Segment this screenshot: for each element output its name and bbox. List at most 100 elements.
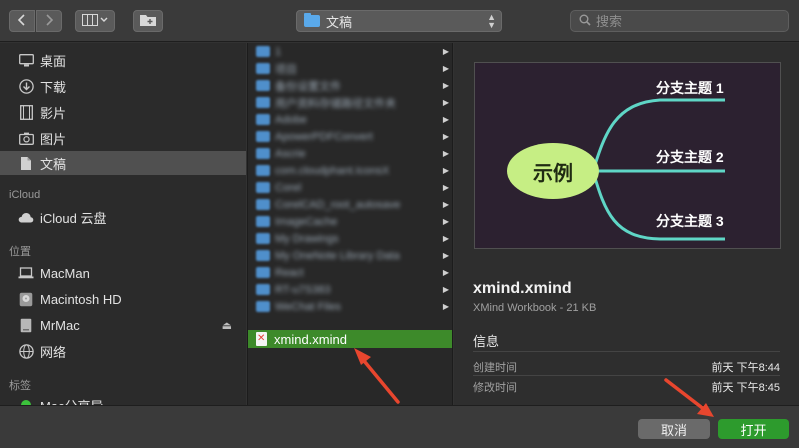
camera-icon bbox=[18, 130, 34, 146]
folder-row[interactable]: My Drawings ▶ bbox=[248, 230, 452, 247]
folder-name: Adobe bbox=[275, 113, 307, 126]
folder-name: 备份设置文件 bbox=[275, 80, 341, 93]
disclosure-arrow-icon: ▶ bbox=[442, 251, 449, 260]
sidebar-item-label: MacMan bbox=[40, 265, 90, 281]
folder-name: RT-u7S383 bbox=[275, 283, 331, 296]
tag-dot-icon bbox=[18, 397, 34, 405]
mindmap-branch-label: 分支主题 2 bbox=[656, 149, 724, 165]
network-icon bbox=[18, 343, 34, 359]
folder-icon bbox=[256, 233, 270, 244]
disclosure-arrow-icon: ▶ bbox=[442, 234, 449, 243]
folder-row[interactable]: My OneNote Library Data ▶ bbox=[248, 247, 452, 264]
updown-chevron-icon: ▲ ▼ bbox=[487, 12, 496, 30]
view-mode-button[interactable] bbox=[75, 10, 115, 32]
cancel-button[interactable]: 取消 bbox=[638, 419, 710, 439]
dialog-footer: 取消 打开 bbox=[0, 405, 799, 448]
folder-row[interactable]: CorelCAD_root_autosave ▶ bbox=[248, 196, 452, 213]
new-folder-button[interactable] bbox=[133, 10, 163, 32]
path-popup[interactable]: 文稿 ▲ ▼ bbox=[296, 10, 502, 32]
file-row-selected[interactable]: xmind.xmind bbox=[248, 330, 452, 348]
disclosure-arrow-icon: ▶ bbox=[442, 132, 449, 141]
folder-row[interactable]: ApowerPDFConvert ▶ bbox=[248, 128, 452, 145]
mindmap-thumbnail: 示例 分支主题 1 分支主题 2 分支主题 3 bbox=[474, 62, 781, 249]
sidebar-item-label: Macintosh HD bbox=[40, 291, 122, 307]
sidebar-item-label: Mac分享导 bbox=[40, 396, 104, 406]
sidebar-item-movies[interactable]: 影片 bbox=[0, 100, 246, 124]
sidebar-item-label: 下载 bbox=[40, 79, 67, 95]
folder-name: React bbox=[275, 266, 304, 279]
sidebar-item-macintosh-hd[interactable]: Macintosh HD bbox=[0, 287, 246, 311]
disclosure-arrow-icon: ▶ bbox=[442, 47, 449, 56]
disclosure-arrow-icon: ▶ bbox=[442, 98, 449, 107]
folder-row[interactable]: com.cloudphant.IconsX ▶ bbox=[248, 162, 452, 179]
disclosure-arrow-icon: ▶ bbox=[442, 200, 449, 209]
folder-icon bbox=[256, 131, 270, 142]
sidebar-item-label: 桌面 bbox=[40, 53, 67, 69]
sidebar-item-network[interactable]: 网络 bbox=[0, 339, 246, 363]
search-input[interactable] bbox=[596, 13, 776, 29]
desktop-icon bbox=[18, 52, 34, 68]
folder-name: ApowerPDFConvert bbox=[275, 130, 373, 143]
folder-row[interactable]: ImageCache ▶ bbox=[248, 213, 452, 230]
sidebar: 桌面 下载 影片 图片 文稿 iCloud iCloud 云盘 位置 MacMa… bbox=[0, 43, 246, 405]
search-icon bbox=[579, 14, 591, 29]
folder-icon bbox=[256, 97, 270, 108]
search-box[interactable] bbox=[570, 10, 789, 32]
download-icon bbox=[18, 78, 34, 94]
folder-row[interactable]: WeChat Files ▶ bbox=[248, 298, 452, 315]
folder-name: 用户资料存储路径文件夹 bbox=[275, 97, 396, 110]
disk-icon bbox=[18, 291, 34, 307]
folder-name: WeChat Files bbox=[275, 300, 341, 313]
mindmap-center-label: 示例 bbox=[533, 163, 573, 185]
movies-icon bbox=[18, 104, 34, 120]
folder-icon bbox=[256, 301, 270, 312]
folder-icon bbox=[256, 165, 270, 176]
folder-row[interactable]: Ascrie ▶ bbox=[248, 145, 452, 162]
column-view-icon bbox=[82, 13, 108, 29]
eject-icon[interactable]: ⏏ bbox=[222, 319, 232, 332]
sidebar-item-pictures[interactable]: 图片 bbox=[0, 126, 246, 150]
folder-icon bbox=[256, 114, 270, 125]
sidebar-item-tag[interactable]: Mac分享导 bbox=[0, 393, 246, 405]
sidebar-item-icloud-drive[interactable]: iCloud 云盘 bbox=[0, 205, 246, 229]
sidebar-item-label: MrMac bbox=[40, 317, 80, 333]
open-button[interactable]: 打开 bbox=[718, 419, 789, 439]
modified-value: 前天 下午8:45 bbox=[711, 382, 780, 394]
documents-icon bbox=[18, 155, 34, 171]
folder-row[interactable]: 备份设置文件 ▶ bbox=[248, 77, 452, 94]
folder-row[interactable]: RT-u7S383 ▶ bbox=[248, 281, 452, 298]
sidebar-item-documents[interactable]: 文稿 bbox=[0, 151, 246, 175]
folder-name: CorelCAD_root_autosave bbox=[275, 198, 401, 211]
disclosure-arrow-icon: ▶ bbox=[442, 302, 449, 311]
folder-name: My Drawings bbox=[275, 232, 339, 245]
disclosure-arrow-icon: ▶ bbox=[442, 183, 449, 192]
disclosure-arrow-icon: ▶ bbox=[442, 64, 449, 73]
sidebar-item-macman[interactable]: MacMan bbox=[0, 261, 246, 285]
sidebar-item-mrmac[interactable]: MrMac ⏏ bbox=[0, 313, 246, 337]
modified-label: 修改时间 bbox=[473, 382, 517, 394]
folder-icon bbox=[256, 63, 270, 74]
cloud-icon bbox=[18, 209, 34, 225]
file-column: 1 ▶ 项目 ▶ 备份设置文件 ▶ 用户资料存储路径文件夹 ▶ Adobe ▶ Apowe… bbox=[247, 43, 453, 405]
created-label: 创建时间 bbox=[473, 362, 517, 374]
sidebar-item-desktop[interactable]: 桌面 bbox=[0, 48, 246, 72]
disclosure-arrow-icon: ▶ bbox=[442, 81, 449, 90]
folder-icon bbox=[256, 250, 270, 261]
folder-icon bbox=[256, 80, 270, 91]
sidebar-heading-tags: 标签 bbox=[9, 380, 31, 392]
disclosure-arrow-icon: ▶ bbox=[442, 149, 449, 158]
sidebar-item-downloads[interactable]: 下载 bbox=[0, 74, 246, 98]
folder-row[interactable]: React ▶ bbox=[248, 264, 452, 281]
folder-row[interactable]: Corel ▶ bbox=[248, 179, 452, 196]
folder-row[interactable]: 用户资料存储路径文件夹 ▶ bbox=[248, 94, 452, 111]
file-name: xmind.xmind bbox=[274, 331, 347, 347]
back-button[interactable] bbox=[9, 10, 35, 32]
forward-button[interactable] bbox=[36, 10, 62, 32]
preview-pane: 示例 分支主题 1 分支主题 2 分支主题 3 xmind.xmind XMin… bbox=[454, 43, 799, 405]
folder-row[interactable]: Adobe ▶ bbox=[248, 111, 452, 128]
folder-row[interactable]: 1 ▶ bbox=[248, 43, 452, 60]
folder-row[interactable]: 项目 ▶ bbox=[248, 60, 452, 77]
sidebar-heading-icloud: iCloud bbox=[9, 189, 41, 201]
disclosure-arrow-icon: ▶ bbox=[442, 166, 449, 175]
disclosure-arrow-icon: ▶ bbox=[442, 217, 449, 226]
